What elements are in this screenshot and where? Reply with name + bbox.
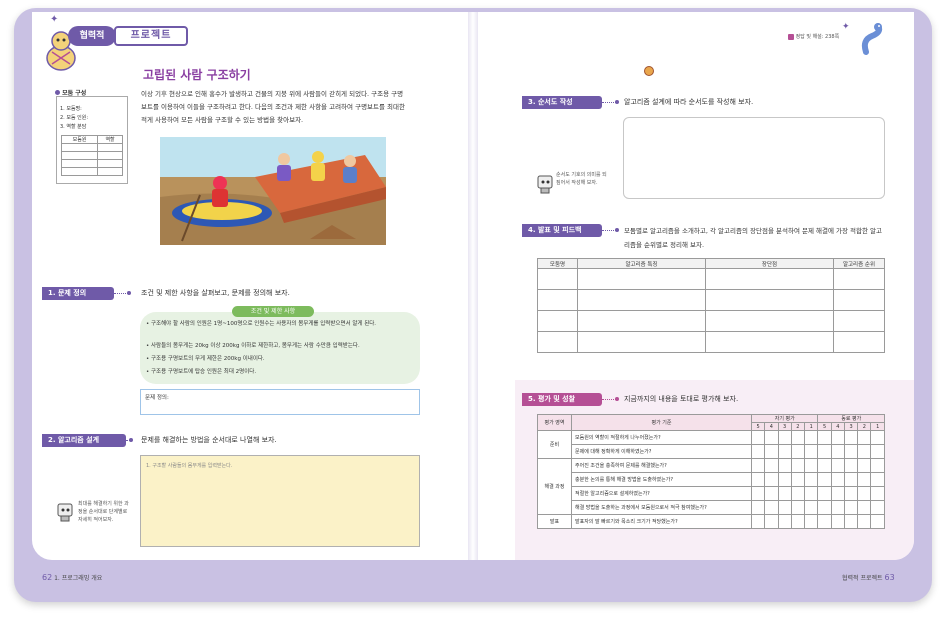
robot-tip-icon xyxy=(536,172,554,194)
eval-criterion: 주어진 조건을 충족하여 문제를 해결했는가? xyxy=(571,458,752,473)
problem-definition-label: 문제 정의: xyxy=(145,395,169,401)
group-form-item-roles: 3. 역할 분담 xyxy=(60,124,87,130)
eval-col-self: 자기 평가 xyxy=(750,414,819,423)
evaluation-table: 평가 영역 평가 기준 자기 평가 동료 평가 5 4 3 2 1 5 4 3 … xyxy=(537,414,885,529)
role-table-header-member: 모둠원 xyxy=(60,135,99,144)
condition-item: • 구조용 구명보트에 탑승 인원은 최대 2명이다. xyxy=(146,369,257,375)
section-1-dots xyxy=(114,293,128,294)
section-5-prompt: 지금까지의 내용을 토대로 평가해 보자. xyxy=(624,395,739,403)
eval-criterion: 모둠원의 역할이 적절하게 나누어졌는가? xyxy=(571,430,752,445)
score-header: 3 xyxy=(777,422,792,431)
section-3-dots xyxy=(602,102,616,103)
group-form-item-name: 1. 모둠명: xyxy=(60,106,82,112)
answer-note-text: 정답 및 해설: 238쪽 xyxy=(795,34,840,40)
footer-right: 협력적 프로젝트 63 xyxy=(842,573,895,582)
ball-icon xyxy=(644,66,654,76)
lesson-intro: 이상 기후 현상으로 인해 홍수가 발생하고 건물의 지붕 위에 사람들이 갇히… xyxy=(141,90,405,124)
section-5-dot xyxy=(615,397,619,401)
eval-area-process: 해결 과정 xyxy=(537,458,572,515)
score-header: 3 xyxy=(843,422,859,431)
sparkle-icon: ✦ xyxy=(50,14,59,25)
flood-illustration xyxy=(160,137,386,245)
mascot-right-icon xyxy=(860,22,890,56)
section-3-tip: 순서도 기호의 의미를 되짚어서 작성해 보자. xyxy=(556,172,607,186)
header-title: 프로젝트 xyxy=(114,26,188,46)
condition-item-text: 사람들의 몸무게는 20kg 이상 200kg 이하로 제한하고, 몸무게는 사… xyxy=(151,343,360,349)
feedback-col-pros-cons: 장단점 xyxy=(705,258,834,269)
section-3-prompt: 알고리즘 설계에 따라 순서도를 작성해 보자. xyxy=(624,98,754,106)
section-4-prompt: 모둠별로 알고리즘을 소개하고, 각 알고리즘의 장단점을 분석하여 문제 해결… xyxy=(624,227,883,249)
section-3-label: 3. 순서도 작성 xyxy=(522,96,602,109)
feedback-col-rank: 알고리즘 순위 xyxy=(833,258,885,269)
problem-definition-field[interactable]: 문제 정의: xyxy=(140,389,420,415)
eval-criterion: 발표자의 말 빠르기와 목소리 크기가 적당했는가? xyxy=(571,514,752,529)
answer-note-icon xyxy=(788,33,794,40)
section-1-label: 1. 문제 정의 xyxy=(42,287,114,300)
section-5-label: 5. 평가 및 성찰 xyxy=(522,393,602,406)
feedback-col-feature: 알고리즘 특징 xyxy=(577,258,706,269)
group-icon xyxy=(55,90,60,95)
section-1-dot xyxy=(127,291,131,295)
role-table-header-role: 역할 xyxy=(97,135,123,144)
eval-area-prepare: 준비 xyxy=(537,430,572,459)
eval-area-presentation: 발표 xyxy=(537,514,572,529)
score-header: 5 xyxy=(750,422,766,431)
section-4-dot xyxy=(615,228,619,232)
page-fold xyxy=(468,12,478,560)
page-number-right: 63 xyxy=(884,573,895,582)
answer-note: 정답 및 해설: 238쪽 xyxy=(788,33,839,40)
robot-tip-icon xyxy=(56,500,74,522)
score-header: 4 xyxy=(830,422,845,431)
footer-left-text: 1. 프로그래밍 개요 xyxy=(54,575,103,582)
score-header: 2 xyxy=(857,422,872,431)
section-5-dots xyxy=(602,399,616,400)
eval-col-peer: 동료 평가 xyxy=(817,414,885,423)
condition-item: • 구조해야 할 사람의 인원은 1명~100명으로 인원수는 사용자의 몸무게… xyxy=(146,321,377,327)
flowchart-area[interactable] xyxy=(623,117,885,199)
condition-item-text: 구조용 구명보트에 탑승 인원은 최대 2명이다. xyxy=(151,369,257,375)
eval-criterion: 적절한 알고리즘으로 설계하였는가? xyxy=(571,486,752,501)
score-header: 4 xyxy=(764,422,779,431)
score-header: 5 xyxy=(817,422,832,431)
eval-criterion: 충분한 논의를 통해 해결 방법을 도출하였는가? xyxy=(571,472,752,487)
condition-item-text: 구조해야 할 사람의 인원은 1명~100명으로 인원수는 사용자의 몸무게를 … xyxy=(151,321,377,327)
section-2-label: 2. 알고리즘 설계 xyxy=(42,434,126,447)
section-4-label: 4. 발표 및 피드백 xyxy=(522,224,602,237)
eval-col-area: 평가 영역 xyxy=(537,414,572,431)
conditions-title: 조건 및 제한 사항 xyxy=(232,306,314,317)
group-role-table: 모둠원 역할 xyxy=(60,135,123,176)
group-form-title: 모둠 구성 xyxy=(55,89,86,98)
section-1-prompt: 조건 및 제한 사항을 살펴보고, 문제를 정의해 보자. xyxy=(141,289,290,297)
algorithm-answer-placeholder: 1. 구조할 사람들의 몸무게를 입력받는다. xyxy=(146,463,233,469)
condition-item-text: 구조용 구명보트의 무게 제한은 200kg 이내이다. xyxy=(151,356,265,362)
eval-criterion: 해결 방법을 도출하는 과정에서 모둠원으로서 적극 참여했는가? xyxy=(571,500,752,515)
score-header: 2 xyxy=(790,422,806,431)
section-2-tip: 최대를 해결하기 위한 과정을 순서대로 단계별로 자세히 적어보자. xyxy=(78,501,129,523)
feedback-col-group: 모둠명 xyxy=(537,258,578,269)
eval-criterion: 문제에 대해 정확하게 이해하였는가? xyxy=(571,444,752,459)
footer-left: 62 1. 프로그래밍 개요 xyxy=(42,573,102,582)
group-form-item-count: 2. 모둠 인원: xyxy=(60,115,89,121)
condition-item: • 사람들의 몸무게는 20kg 이상 200kg 이하로 제한하고, 몸무게는… xyxy=(146,343,360,349)
score-header: 1 xyxy=(870,422,885,431)
feedback-table: 모둠명 알고리즘 특징 장단점 알고리즘 순위 xyxy=(537,258,885,353)
condition-item: • 구조용 구명보트의 무게 제한은 200kg 이내이다. xyxy=(146,356,265,362)
page-number-left: 62 xyxy=(42,573,53,582)
footer-right-text: 협력적 프로젝트 xyxy=(842,575,883,582)
eval-col-criteria: 평가 기준 xyxy=(571,414,752,431)
sparkle-right-icon: ✦ xyxy=(842,22,850,32)
section-4-dots xyxy=(602,230,616,231)
algorithm-answer-field[interactable]: 1. 구조할 사람들의 몸무게를 입력받는다. xyxy=(140,455,420,547)
section-2-dot xyxy=(129,438,133,442)
lesson-title: 고립된 사람 구조하기 xyxy=(143,68,251,82)
section-2-prompt: 문제를 해결하는 방법을 순서대로 나열해 보자. xyxy=(141,436,277,444)
score-header: 1 xyxy=(803,422,819,431)
group-form: 모둠 구성 1. 모둠명: 2. 모둠 인원: 3. 역할 분담 모둠원 역할 xyxy=(55,90,128,184)
section-3-dot xyxy=(615,100,619,104)
header-badge: 협력적 xyxy=(68,26,116,46)
